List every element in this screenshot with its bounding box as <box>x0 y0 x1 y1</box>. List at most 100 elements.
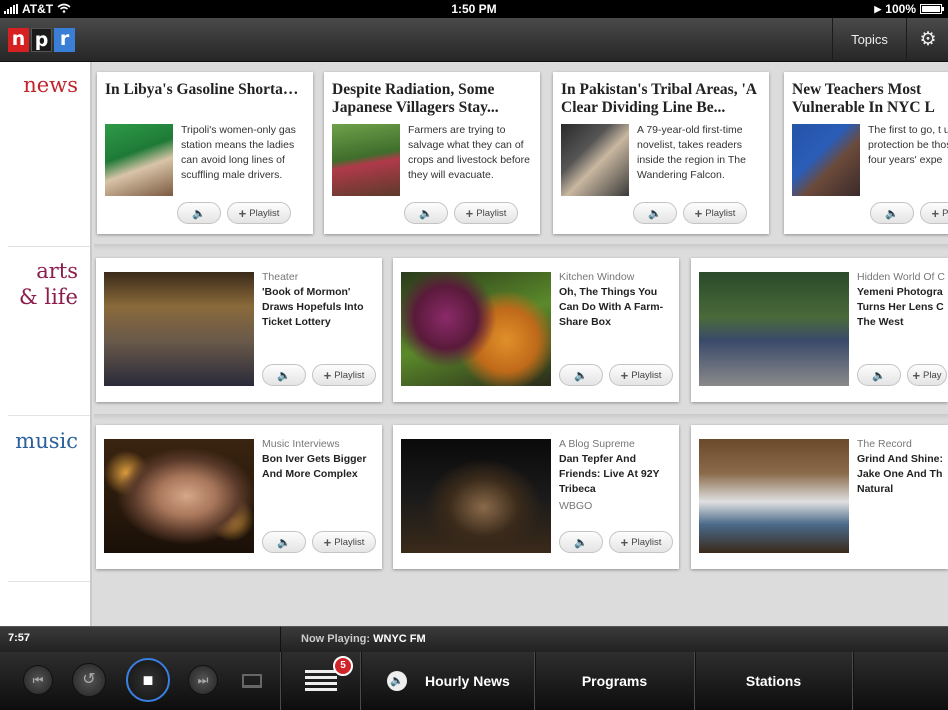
plus-icon: + <box>694 205 703 221</box>
add-to-playlist-button[interactable]: + Playlist <box>227 202 291 224</box>
category-music[interactable]: music <box>15 428 78 454</box>
add-to-playlist-button[interactable]: + Playlist <box>454 202 518 224</box>
story-headline[interactable]: In Libya's Gasoline Shortage, Women Get … <box>105 81 305 99</box>
story-kicker[interactable]: Hidden World Of C <box>857 271 945 283</box>
settings-button[interactable]: ⚙ <box>908 18 948 62</box>
battery-icon <box>920 4 944 14</box>
play-indicator-icon: ▶ <box>874 3 882 14</box>
add-to-playlist-button[interactable]: + Playlist <box>683 202 747 224</box>
category-sidebar: news arts & life music <box>0 62 92 626</box>
add-to-playlist-button[interactable]: + Playlist <box>609 364 673 386</box>
fast-forward-icon: ⏭ <box>197 673 209 687</box>
story-teaser: The first to go, t union protection be t… <box>868 124 948 166</box>
category-arts-line2: & life <box>18 285 78 309</box>
story-photo[interactable] <box>104 439 254 553</box>
story-title[interactable]: Yemeni Photogra Turns Her Lens C The Wes… <box>857 285 948 330</box>
logo-letter-p: p <box>31 28 52 52</box>
content-area: news arts & life music In Libya's Gasoli… <box>0 62 948 626</box>
story-title[interactable]: Oh, The Things You Can Do With A Farm-Sh… <box>559 285 675 330</box>
story-kicker[interactable]: Kitchen Window <box>559 271 634 283</box>
add-to-playlist-button[interactable]: + Playlist <box>312 364 376 386</box>
story-title[interactable]: Bon Iver Gets Bigger And More Complex <box>262 452 378 482</box>
story-headline[interactable]: Despite Radiation, Some Japanese Village… <box>332 81 532 117</box>
playlist-count-badge: 5 <box>333 656 353 676</box>
story-kicker[interactable]: A Blog Supreme <box>559 438 635 450</box>
fast-forward-button[interactable]: ⏭ <box>188 665 218 695</box>
listen-button[interactable]: 🔈 <box>262 364 306 386</box>
rewind-icon: ⏮ <box>32 673 44 687</box>
category-arts-life[interactable]: arts & life <box>19 258 78 310</box>
listen-button[interactable]: 🔈 <box>559 531 603 553</box>
story-kicker[interactable]: Theater <box>262 271 298 283</box>
skip-back-icon: ↺ <box>82 671 96 688</box>
story-kicker[interactable]: The Record <box>857 438 912 450</box>
music-story-card[interactable]: Music Interviews Bon Iver Gets Bigger An… <box>96 425 382 569</box>
story-thumbnail[interactable] <box>561 124 629 196</box>
news-story-card[interactable]: In Pakistan's Tribal Areas, 'A Clear Div… <box>553 72 769 234</box>
story-photo[interactable] <box>401 439 551 553</box>
music-story-card[interactable]: A Blog Supreme Dan Tepfer And Friends: L… <box>393 425 679 569</box>
now-playing-label: Now Playing: <box>301 633 371 645</box>
arts-story-card[interactable]: Theater 'Book of Mormon' Draws Hopefuls … <box>96 258 382 402</box>
stations-button[interactable]: Stations <box>694 652 852 710</box>
story-kicker[interactable]: Music Interviews <box>262 438 340 450</box>
speaker-icon: 🔈 <box>648 207 662 220</box>
extra-tab[interactable] <box>852 652 948 710</box>
rewind-button[interactable]: ⏮ <box>23 665 53 695</box>
story-teaser: Farmers are trying to salvage what they … <box>408 124 530 181</box>
story-photo[interactable] <box>699 439 849 553</box>
story-photo[interactable] <box>401 272 551 386</box>
add-to-playlist-button[interactable]: + Playlist <box>609 531 673 553</box>
playlist-label: Playlist <box>631 369 662 381</box>
add-to-playlist-button[interactable]: + Play <box>907 364 947 386</box>
listen-button[interactable]: 🔈 <box>633 202 677 224</box>
news-story-card[interactable]: Despite Radiation, Some Japanese Village… <box>324 72 540 234</box>
add-to-playlist-button[interactable]: + P <box>920 202 948 224</box>
story-thumbnail[interactable] <box>105 124 173 196</box>
story-photo[interactable] <box>699 272 849 386</box>
story-title[interactable]: 'Book of Mormon' Draws Hopefuls Into Tic… <box>262 285 378 330</box>
now-playing-info[interactable]: Now Playing: WNYC FM <box>280 627 948 653</box>
listen-button[interactable]: 🔈 <box>177 202 221 224</box>
story-headline[interactable]: In Pakistan's Tribal Areas, 'A Clear Div… <box>561 81 761 117</box>
arts-story-card[interactable]: Kitchen Window Oh, The Things You Can Do… <box>393 258 679 402</box>
playlist-button[interactable]: 5 <box>280 652 360 710</box>
story-thumbnail[interactable] <box>332 124 400 196</box>
story-teaser: Tripoli's women-only gas station means t… <box>181 124 296 181</box>
music-story-card[interactable]: The Record Grind And Shine: Jake One And… <box>691 425 948 569</box>
news-story-card[interactable]: New Teachers Most Vulnerable In NYC L Th… <box>784 72 948 234</box>
listen-button[interactable]: 🔈 <box>870 202 914 224</box>
listen-button[interactable]: 🔈 <box>262 531 306 553</box>
listen-button[interactable]: 🔈 <box>404 202 448 224</box>
topics-button[interactable]: Topics <box>832 18 907 62</box>
playlist-label: Playlist <box>249 207 280 219</box>
battery-percent: 100% <box>885 2 916 16</box>
npr-logo[interactable]: n p r <box>8 28 75 52</box>
hourly-news-label: Hourly News <box>425 673 510 689</box>
plus-icon: + <box>620 367 629 383</box>
story-photo[interactable] <box>104 272 254 386</box>
story-headline[interactable]: New Teachers Most Vulnerable In NYC L <box>792 81 948 117</box>
playlist-label: Playlist <box>705 207 736 219</box>
listen-button[interactable]: 🔈 <box>559 364 603 386</box>
hourly-news-button[interactable]: 🔈 Hourly News <box>360 652 534 710</box>
arts-story-card[interactable]: Hidden World Of C Yemeni Photogra Turns … <box>691 258 948 402</box>
stop-button[interactable]: ■ <box>126 658 170 702</box>
skip-back-button[interactable]: ↺ <box>72 663 106 697</box>
speaker-icon: 🔈 <box>872 369 886 382</box>
sidebar-divider <box>8 415 90 416</box>
programs-button[interactable]: Programs <box>534 652 694 710</box>
add-to-playlist-button[interactable]: + Playlist <box>312 531 376 553</box>
listen-button[interactable]: 🔈 <box>857 364 901 386</box>
status-time: 1:50 PM <box>451 2 497 16</box>
plus-icon: + <box>238 205 247 221</box>
category-news[interactable]: news <box>23 72 78 98</box>
airplay-icon[interactable] <box>242 674 262 688</box>
story-title[interactable]: Grind And Shine: Jake One And Th Natural <box>857 452 948 497</box>
story-teaser: A 79-year-old first-time novelist, takes… <box>637 124 746 181</box>
story-title[interactable]: Dan Tepfer And Friends: Live At 92Y Trib… <box>559 452 675 497</box>
speaker-icon: 🔈 <box>574 369 588 382</box>
row-divider <box>94 244 948 250</box>
news-story-card[interactable]: In Libya's Gasoline Shortage, Women Get … <box>97 72 313 234</box>
story-thumbnail[interactable] <box>792 124 860 196</box>
